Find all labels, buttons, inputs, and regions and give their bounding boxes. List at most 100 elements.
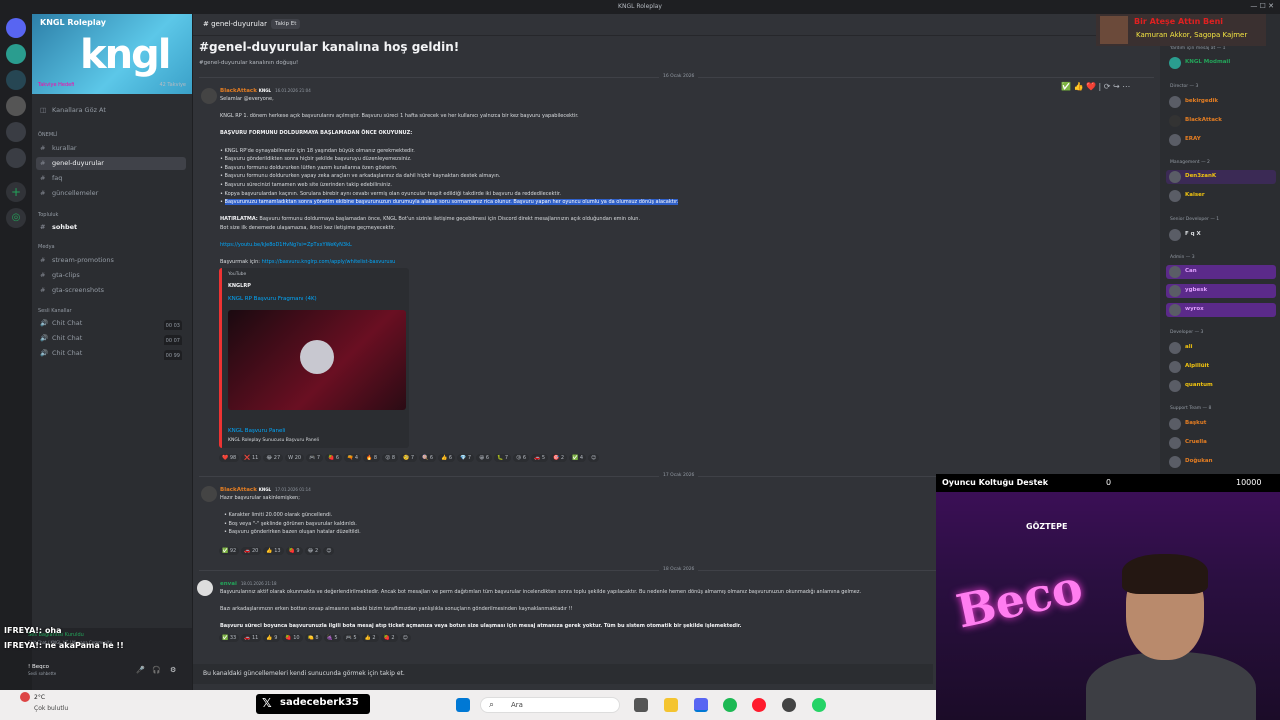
windows-start-icon[interactable]	[456, 698, 470, 712]
channel-genel-duyurular[interactable]: # genel-duyurular	[36, 157, 186, 170]
voice-channel[interactable]: 🔊 Chit Chat 00 99	[36, 347, 186, 360]
reaction[interactable]: 👍 13	[263, 547, 284, 555]
opera-icon[interactable]	[752, 698, 766, 712]
youtube-embed[interactable]: YouTube KNGLRP KNGL RP Başvuru Fragmanı …	[219, 268, 409, 448]
reaction[interactable]: 🚗 5	[531, 454, 549, 462]
reaction[interactable]: 😮 8	[382, 454, 399, 462]
video-thumbnail[interactable]	[228, 310, 406, 410]
window-controls[interactable]: — ☐ ✕	[1250, 2, 1274, 10]
member-item[interactable]: F q X	[1166, 228, 1276, 242]
member-item[interactable]: ali	[1166, 341, 1276, 355]
reaction[interactable]: 🍋 8	[304, 634, 322, 642]
embed-title[interactable]: KNGL RP Başvuru Fragmanı (4K)	[228, 296, 317, 302]
category-voice[interactable]: Sesli Kanallar	[38, 308, 72, 314]
message-author[interactable]: BlackAttack KNGL 17.01.2026 01:14	[220, 487, 311, 493]
weather-icon[interactable]	[20, 692, 30, 702]
channel-sohbet[interactable]: # sohbet	[36, 221, 186, 234]
reaction[interactable]: 🧐 7	[400, 454, 418, 462]
reaction[interactable]: 😂 2	[304, 547, 322, 555]
embed-author[interactable]: KNGLRP	[228, 283, 251, 289]
reaction[interactable]: ❌ 11	[241, 454, 262, 462]
member-item[interactable]: KNGL Modmail	[1166, 56, 1276, 70]
server-icon[interactable]	[6, 70, 26, 90]
reaction[interactable]: 🍓 10	[282, 634, 303, 642]
reaction[interactable]: 💎 7	[457, 454, 475, 462]
reaction[interactable]: 🎯 2	[550, 454, 568, 462]
member-item[interactable]: ygbesk	[1166, 284, 1276, 298]
discord-icon[interactable]	[694, 698, 708, 712]
avatar[interactable]	[201, 486, 217, 502]
member-item[interactable]: Kaiser	[1166, 189, 1276, 203]
embed-footer-title[interactable]: KNGL Başvuru Paneli	[228, 428, 285, 434]
voice-channel[interactable]: 🔊 Chit Chat 00 07	[36, 332, 186, 345]
app-icon[interactable]	[782, 698, 796, 712]
reaction[interactable]: 👍 2	[361, 634, 379, 642]
member-item[interactable]: Cruella	[1166, 436, 1276, 450]
reaction[interactable]: 🚗 11	[241, 634, 262, 642]
channel-guncellemeler[interactable]: # güncellemeler	[36, 187, 186, 200]
member-item[interactable]: Can	[1166, 265, 1276, 279]
add-reaction-icon[interactable]: 😊	[588, 454, 600, 462]
member-item[interactable]: bekirgedik	[1166, 95, 1276, 109]
reaction[interactable]: 🍓 9	[285, 547, 303, 555]
add-reaction-icon[interactable]: 😊	[399, 634, 411, 642]
avatar[interactable]	[197, 580, 213, 596]
author-name[interactable]: BlackAttack	[220, 487, 257, 493]
member-item[interactable]: Başkut	[1166, 417, 1276, 431]
message-toolbar[interactable]: ✅ 👍 ❤️ | ⟳ ↪ ⋯	[1061, 82, 1130, 91]
reaction[interactable]: 😘 6	[513, 454, 530, 462]
gear-icon[interactable]: ⚙	[170, 666, 176, 674]
youtube-link[interactable]: https://youtu.be/kJe8oD1HvNg?si=ZpTxxYWe…	[220, 241, 678, 250]
category-media[interactable]: Medya	[38, 244, 55, 250]
reaction[interactable]: 🍭 6	[419, 454, 437, 462]
reaction[interactable]: ✅ 92	[219, 547, 240, 555]
reaction[interactable]: 🚗 20	[241, 547, 262, 555]
reaction[interactable]: 🎮 7	[306, 454, 324, 462]
reaction[interactable]: 👍 9	[263, 634, 281, 642]
reaction[interactable]: 😀 6	[476, 454, 493, 462]
reaction[interactable]: ✅ 33	[219, 634, 240, 642]
reaction[interactable]: 👍 6	[438, 454, 456, 462]
server-icon[interactable]	[6, 148, 26, 168]
follow-button[interactable]: Takip Et	[271, 19, 301, 29]
category-community[interactable]: Topluluk	[38, 212, 58, 218]
reaction[interactable]: 🍇 5	[323, 634, 341, 642]
taskbar-search[interactable]: ⌕ Ara	[480, 697, 620, 713]
add-server-icon[interactable]: +	[6, 182, 26, 202]
task-view-icon[interactable]	[634, 698, 648, 712]
reaction[interactable]: 🎮 5	[342, 634, 360, 642]
spotify-icon[interactable]	[723, 698, 737, 712]
reaction[interactable]: 🍓 2	[380, 634, 398, 642]
author-name[interactable]: envai	[220, 581, 237, 587]
reaction[interactable]: 🐛 7	[494, 454, 512, 462]
reaction[interactable]: 🍓 6	[325, 454, 343, 462]
boost-bar[interactable]: Takviye Hedefi 42 Takviye	[38, 82, 186, 92]
reaction[interactable]: 🔫 4	[344, 454, 362, 462]
member-item[interactable]: Den3zanK	[1166, 170, 1276, 184]
dm-home-icon[interactable]	[6, 18, 26, 38]
reaction[interactable]: ✅ 4	[569, 454, 587, 462]
member-item[interactable]: Alpillüit	[1166, 360, 1276, 374]
headphones-icon[interactable]: 🎧	[152, 666, 161, 674]
member-item[interactable]: wyrox	[1166, 303, 1276, 317]
folder-icon[interactable]	[664, 698, 678, 712]
member-item[interactable]: quantum	[1166, 379, 1276, 393]
member-item[interactable]: ERAY	[1166, 133, 1276, 147]
channel-gta-clips[interactable]: # gta-clips	[36, 269, 186, 282]
browse-channels[interactable]: ◫ Kanallara Göz At	[36, 104, 186, 117]
server-icon[interactable]	[6, 96, 26, 116]
server-icon-kngl[interactable]	[6, 44, 26, 64]
mic-icon[interactable]: 🎤	[136, 666, 145, 674]
channel-faq[interactable]: # faq	[36, 172, 186, 185]
follow-channel-banner[interactable]: Bu kanaldaki güncellemeleri kendi sunucu…	[193, 664, 933, 684]
category-important[interactable]: ÖNEMLİ	[38, 132, 57, 138]
server-name[interactable]: KNGL Roleplay	[40, 18, 106, 27]
apply-link[interactable]: https://basvuru.knglrp.com/apply/whiteli…	[262, 259, 396, 265]
add-reaction-icon[interactable]: 😊	[323, 547, 335, 555]
server-icon[interactable]	[6, 122, 26, 142]
channel-kurallar[interactable]: # kurallar	[36, 142, 186, 155]
avatar[interactable]	[201, 88, 217, 104]
message-author[interactable]: BlackAttack KNGL 16.01.2026 21:04	[220, 88, 311, 94]
member-item[interactable]: Doğukan	[1166, 455, 1276, 469]
reaction[interactable]: W 20	[285, 454, 305, 462]
